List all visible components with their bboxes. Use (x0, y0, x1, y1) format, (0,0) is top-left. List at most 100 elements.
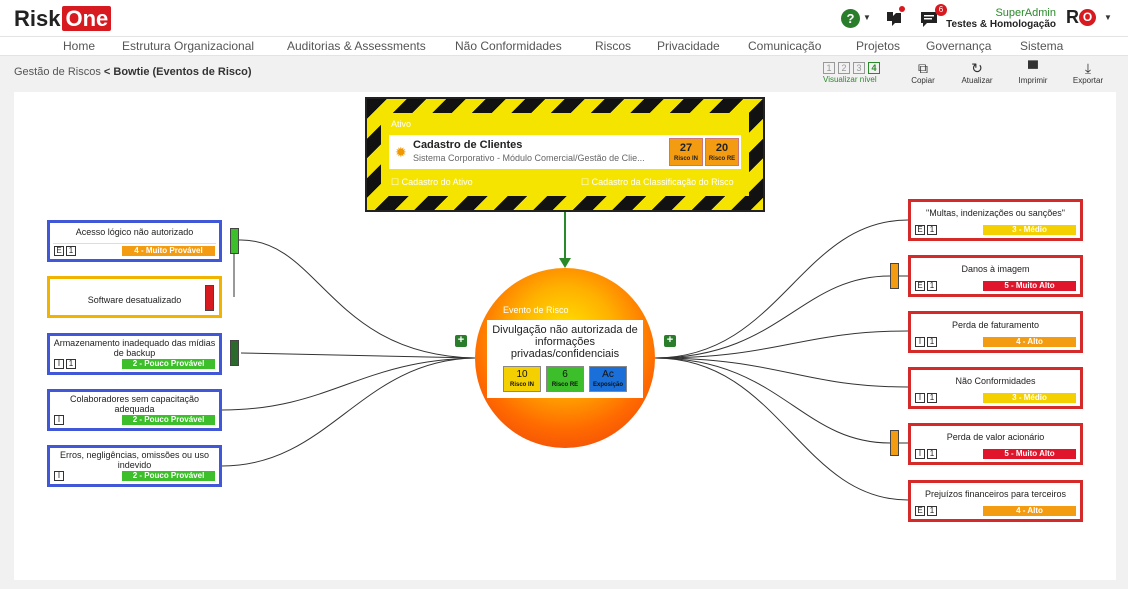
consequence-node[interactable]: Prejuízos financeiros para terceiros E 1… (908, 480, 1083, 522)
event-title: Divulgação não autorizada de informações… (492, 324, 638, 360)
cause-tag: I (54, 415, 64, 425)
add-cause-button[interactable]: + (455, 335, 467, 347)
consequence-impact: 4 - Alto (983, 337, 1076, 347)
link-cons-5 (654, 357, 891, 444)
consequence-tag: E (915, 506, 925, 516)
consequence-impact: 3 - Médio (983, 393, 1076, 403)
cause-text: Software desatualizado (87, 295, 182, 305)
asset-risk-in: 27 Risco IN (669, 138, 703, 166)
consequence-impact: 5 - Muito Alto (983, 281, 1076, 291)
event-exposure-label: Exposição (592, 382, 623, 388)
cause-tag: 1 (66, 359, 76, 369)
event-exposure: Ac Exposição (589, 366, 627, 392)
link-cause-3 (240, 352, 476, 359)
asset-link[interactable]: ☐ Cadastro do Ativo (391, 177, 473, 188)
asset-panel: Ativo ✹ Cadastro de Clientes Sistema Cor… (381, 113, 749, 196)
link-cons-3 (654, 330, 909, 359)
consequence-impact: 5 - Muito Alto (983, 449, 1076, 459)
asset-hazard-box: Ativo ✹ Cadastro de Clientes Sistema Cor… (365, 97, 765, 212)
link-cause-5 (221, 357, 476, 467)
consequence-tag: I (915, 393, 925, 403)
consequence-text: "Multas, indenizações ou sanções" (926, 208, 1065, 218)
event-card[interactable]: Divulgação não autorizada de informações… (487, 320, 643, 398)
cause-node[interactable]: Colaboradores sem capacitação adequada I… (47, 389, 222, 431)
consequence-text: Prejuízos financeiros para terceiros (924, 489, 1067, 499)
cause-text: Erros, negligências, omissões ou uso ind… (59, 450, 210, 470)
cause-probability: 2 - Pouco Provável (122, 359, 215, 369)
barrier-control[interactable] (890, 263, 899, 289)
asset-risk-re-value: 20 (715, 142, 729, 154)
asset-risk-re-label: Risco RE (708, 156, 736, 162)
cause-tag: 1 (66, 246, 76, 256)
cause-text: Colaboradores sem capacitação adequada (69, 394, 200, 414)
link-cons-2 (654, 275, 891, 359)
cause-tag: I (54, 359, 64, 369)
asset-card[interactable]: ✹ Cadastro de Clientes Sistema Corporati… (389, 135, 741, 169)
consequence-text: Danos à imagem (961, 264, 1030, 274)
add-consequence-button[interactable]: + (664, 335, 676, 347)
event-label: Evento de Risco (503, 305, 569, 315)
event-risk-re: 6 Risco RE (546, 366, 584, 392)
link-cons-6 (654, 357, 909, 501)
risk-class-link-label: Cadastro da Classificação do Risco (591, 177, 734, 187)
consequence-node[interactable]: Danos à imagem E 1 5 - Muito Alto (908, 255, 1083, 297)
asset-risk-re: 20 Risco RE (705, 138, 739, 166)
consequence-node[interactable]: Perda de valor acionário I 1 5 - Muito A… (908, 423, 1083, 465)
asset-risk-in-value: 27 (679, 142, 693, 154)
consequence-text: Não Conformidades (955, 376, 1036, 386)
consequence-text: Perda de valor acionário (946, 432, 1045, 442)
link-cons-1 (654, 219, 909, 359)
event-risk-re-label: Risco RE (551, 382, 579, 388)
asset-name: Cadastro de Clientes (413, 139, 523, 151)
consequence-text: Perda de faturamento (951, 320, 1040, 330)
event-exposure-value: Ac (602, 369, 614, 380)
consequence-tag: 1 (927, 506, 937, 516)
asset-risk-in-label: Risco IN (673, 156, 698, 162)
cause-node[interactable]: Erros, negligências, omissões ou uso ind… (47, 445, 222, 487)
external-link-icon: ☐ (581, 177, 592, 187)
link-cause-4 (221, 357, 476, 411)
event-risk-in: 10 Risco IN (503, 366, 541, 392)
barrier-control[interactable] (230, 228, 239, 254)
asset-subtitle: Sistema Corporativo - Módulo Comercial/G… (413, 153, 645, 163)
consequence-tag: 1 (927, 225, 937, 235)
cause-node[interactable]: Acesso lógico não autorizado E 1 4 - Mui… (47, 220, 222, 262)
consequence-impact: 3 - Médio (983, 225, 1076, 235)
cause-probability: 2 - Pouco Provável (122, 415, 215, 425)
consequence-tag: E (915, 225, 925, 235)
consequence-node[interactable]: Não Conformidades I 1 3 - Médio (908, 367, 1083, 409)
asset-link-label: Cadastro do Ativo (401, 177, 473, 187)
cause-text: Armazenamento inadequado das mídias de b… (53, 338, 216, 358)
barrier-control[interactable] (205, 285, 214, 311)
cause-text: Acesso lógico não autorizado (75, 227, 194, 237)
event-risk-re-value: 6 (562, 369, 568, 380)
risk-event-circle: Evento de Risco Divulgação não autorizad… (475, 268, 655, 448)
cause-probability: 2 - Pouco Provável (122, 471, 215, 481)
consequence-impact: 4 - Alto (983, 506, 1076, 516)
cause-node[interactable]: Armazenamento inadequado das mídias de b… (47, 333, 222, 375)
barrier-control[interactable] (890, 430, 899, 456)
cause-tag: I (54, 471, 64, 481)
consequence-tag: I (915, 449, 925, 459)
link-cons-4 (654, 357, 909, 388)
cause-node[interactable]: Software desatualizado (47, 276, 222, 318)
cause-tag: E (54, 246, 64, 256)
barrier-control[interactable] (230, 340, 239, 366)
consequence-tag: E (915, 281, 925, 291)
consequence-node[interactable]: "Multas, indenizações ou sanções" E 1 3 … (908, 199, 1083, 241)
event-risk-in-label: Risco IN (509, 382, 534, 388)
consequence-tag: 1 (927, 449, 937, 459)
event-risk-in-value: 10 (516, 369, 528, 380)
risk-class-link[interactable]: ☐ Cadastro da Classificação do Risco (581, 177, 734, 188)
consequence-tag: 1 (927, 337, 937, 347)
consequence-tag: I (915, 337, 925, 347)
asset-label: Ativo (391, 119, 412, 129)
consequence-tag: 1 (927, 393, 937, 403)
consequence-tag: 1 (927, 281, 937, 291)
arrow-head (559, 258, 571, 268)
gear-icon: ✹ (395, 144, 407, 160)
link-cause-1 (240, 239, 476, 359)
consequence-node[interactable]: Perda de faturamento I 1 4 - Alto (908, 311, 1083, 353)
cause-probability: 4 - Muito Provável (122, 246, 215, 256)
external-link-icon: ☐ (391, 177, 402, 187)
